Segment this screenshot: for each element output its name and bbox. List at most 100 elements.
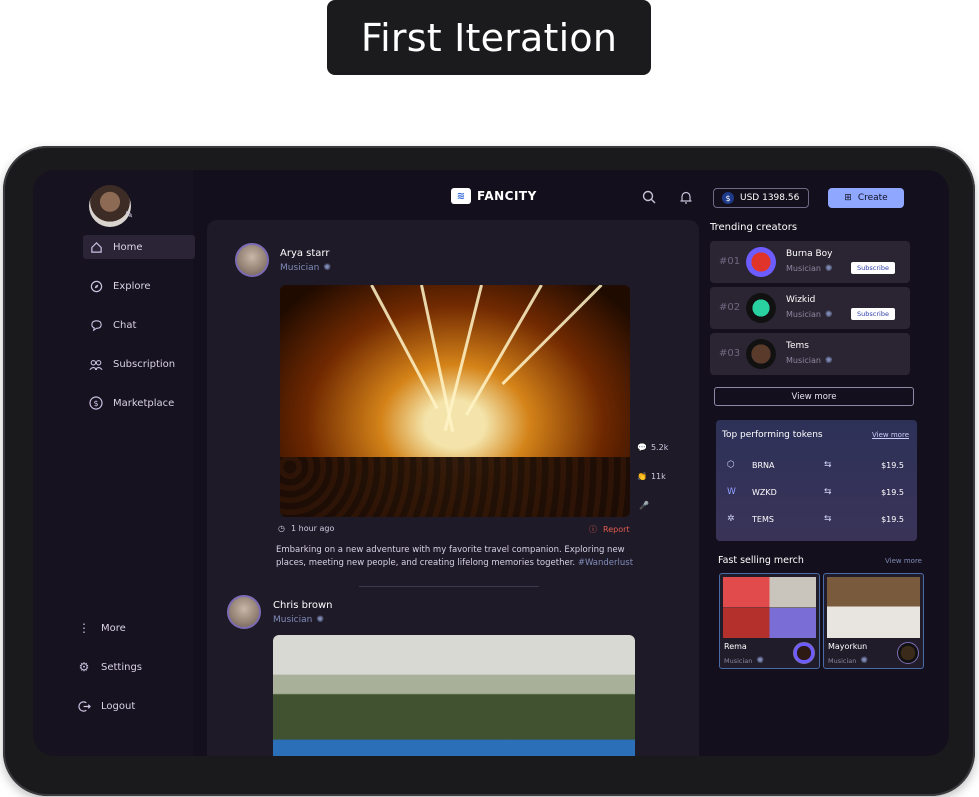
- report-button[interactable]: ⓘ Report: [589, 524, 630, 535]
- post-author-name[interactable]: Arya starr: [280, 248, 329, 259]
- token-row[interactable]: ⬡ BRNA ⇆ $19.5: [716, 456, 917, 476]
- home-icon: [89, 240, 103, 254]
- logout-icon: [77, 699, 91, 713]
- clap-count[interactable]: 👏 11k: [637, 472, 666, 481]
- token-price: $19.5: [881, 515, 904, 524]
- creator-card[interactable]: #03 Tems Musician ✺: [710, 333, 910, 375]
- comment-icon: 💬: [637, 443, 647, 452]
- clock-icon: ◷: [278, 524, 285, 533]
- dollar-icon: $: [722, 192, 734, 204]
- merch-seller-name: Rema: [724, 642, 747, 651]
- creator-rank: #02: [719, 302, 741, 313]
- create-button[interactable]: ⊞ Create: [828, 188, 904, 208]
- subscribe-button[interactable]: Subscribe: [851, 262, 895, 274]
- users-icon: [89, 357, 103, 371]
- dollar-icon: $: [89, 396, 103, 410]
- page-heading: First Iteration: [327, 0, 651, 75]
- sidebar-item-label: Subscription: [113, 358, 176, 370]
- sidebar-item-more[interactable]: ⋮ More: [71, 616, 183, 640]
- verified-badge-icon: ✺: [824, 310, 833, 320]
- verified-badge-icon: ✺: [824, 264, 833, 274]
- creator-card[interactable]: #01 Burna Boy Musician ✺ Subscribe: [710, 241, 910, 283]
- creator-rank: #01: [719, 256, 741, 267]
- merch-image: [827, 577, 920, 638]
- avatar[interactable]: [235, 243, 269, 277]
- token-name: TEMS: [752, 515, 774, 524]
- sidebar-item-label: Settings: [101, 661, 143, 673]
- feed: Arya starr Musician ✺ 💬 5.2k 👏 11k 🎤 ◷ 1 ho: [207, 220, 699, 756]
- creator-name: Burna Boy: [786, 249, 833, 259]
- creator-rank: #03: [719, 348, 741, 359]
- swap-icon: ⇆: [824, 460, 832, 470]
- hashtag-link[interactable]: #Wanderlust: [578, 558, 633, 568]
- token-row[interactable]: ✲ TEMS ⇆ $19.5: [716, 510, 917, 530]
- tokens-title: Top performing tokens: [722, 430, 823, 440]
- sidebar-item-marketplace[interactable]: $ Marketplace: [83, 391, 195, 415]
- verified-badge-icon: ✺: [323, 263, 331, 273]
- verified-badge-icon: ✺: [860, 656, 868, 666]
- trending-title: Trending creators: [710, 222, 798, 233]
- sidebar-item-chat[interactable]: Chat: [83, 313, 195, 337]
- post-image-landscape[interactable]: [273, 635, 635, 756]
- sidebar-item-label: Marketplace: [113, 397, 175, 409]
- comment-count[interactable]: 💬 5.2k: [637, 443, 668, 452]
- sidebar-item-label: Logout: [101, 700, 136, 712]
- cube-icon: ⬡: [727, 460, 735, 470]
- balance-amount: USD 1398.56: [740, 193, 800, 203]
- verified-badge-icon: ✺: [824, 356, 833, 366]
- wave-icon: W: [727, 487, 736, 497]
- view-more-creators-button[interactable]: View more: [714, 387, 914, 406]
- app-logo[interactable]: ≋ FANCITY: [451, 188, 537, 204]
- sidebar-item-logout[interactable]: Logout: [71, 694, 183, 718]
- svg-text:$: $: [93, 399, 98, 408]
- post-author-name[interactable]: Chris brown: [273, 600, 332, 611]
- tokens-panel: Top performing tokens View more ⬡ BRNA ⇆…: [716, 420, 917, 541]
- avatar: [746, 247, 776, 277]
- merch-card[interactable]: Mayorkun Musician ✺: [823, 573, 924, 669]
- avatar: [793, 642, 815, 664]
- merch-seller-role: Musician ✺: [724, 656, 764, 666]
- compass-icon: [89, 279, 103, 293]
- token-row[interactable]: W WZKD ⇆ $19.5: [716, 483, 917, 503]
- avatar[interactable]: [227, 595, 261, 629]
- sidebar-item-subscription[interactable]: Subscription: [83, 352, 195, 376]
- merch-card[interactable]: Rema Musician ✺: [719, 573, 820, 669]
- microphone-icon[interactable]: 🎤: [639, 501, 649, 510]
- sidebar-item-label: Home: [113, 241, 143, 253]
- app-screen: ✎ Home Explore Chat Subscription $ Marke…: [33, 170, 949, 756]
- sidebar: ✎ Home Explore Chat Subscription $ Marke…: [33, 170, 195, 756]
- swap-icon: ⇆: [824, 514, 832, 524]
- tablet-frame: ✎ Home Explore Chat Subscription $ Marke…: [3, 146, 975, 796]
- merch-image: [723, 577, 816, 638]
- sidebar-item-settings[interactable]: ⚙ Settings: [71, 655, 183, 679]
- edit-icon[interactable]: ✎: [125, 210, 139, 224]
- tokens-view-more-link[interactable]: View more: [872, 431, 909, 439]
- creator-role: Musician ✺: [786, 310, 833, 320]
- wallet-balance[interactable]: $ USD 1398.56: [713, 188, 809, 208]
- creator-card[interactable]: #02 Wizkid Musician ✺ Subscribe: [710, 287, 910, 329]
- sidebar-item-home[interactable]: Home: [83, 235, 195, 259]
- sidebar-item-label: More: [101, 622, 126, 634]
- search-icon[interactable]: [640, 188, 658, 206]
- gear-icon: ⚙: [78, 660, 90, 674]
- sidebar-item-explore[interactable]: Explore: [83, 274, 195, 298]
- merch-view-more-link[interactable]: View more: [885, 557, 922, 565]
- merch-seller-role: Musician ✺: [828, 656, 868, 666]
- verified-badge-icon: ✺: [316, 615, 324, 625]
- subscribe-button[interactable]: Subscribe: [851, 308, 895, 320]
- grid-plus-icon: ⊞: [844, 193, 852, 203]
- creator-role: Musician ✺: [786, 356, 833, 366]
- avatar: [746, 339, 776, 369]
- post-time: ◷ 1 hour ago: [278, 524, 335, 533]
- bell-icon[interactable]: [677, 188, 695, 206]
- post-author-role: Musician ✺: [273, 615, 324, 625]
- logo-icon: ≋: [451, 188, 471, 204]
- sidebar-item-label: Explore: [113, 280, 151, 292]
- role-label: Musician: [280, 263, 320, 273]
- chat-icon: [89, 318, 103, 332]
- avatar: [897, 642, 919, 664]
- creator-name: Tems: [786, 341, 809, 351]
- creator-role: Musician ✺: [786, 264, 833, 274]
- alert-icon: ⓘ: [589, 525, 597, 534]
- post-image-concert[interactable]: [280, 285, 630, 517]
